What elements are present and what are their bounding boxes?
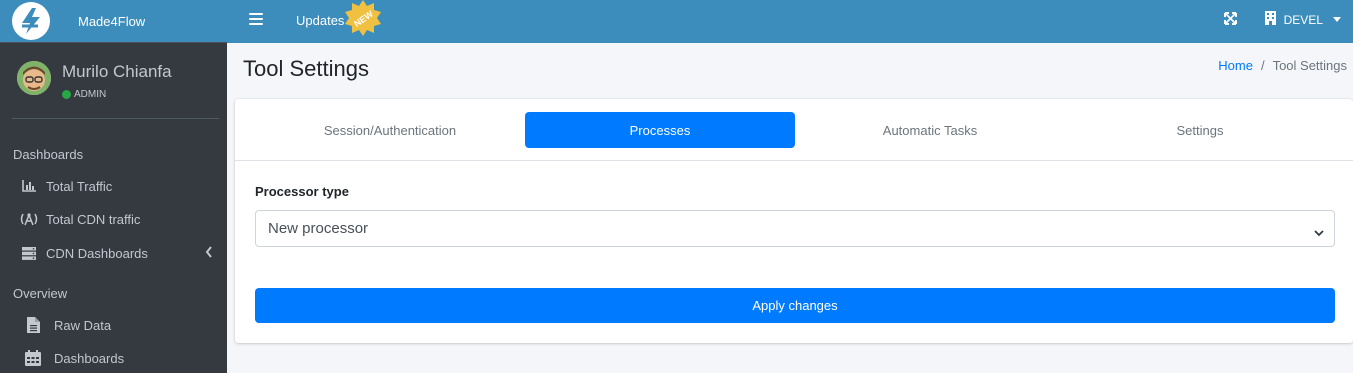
tab-automatic-tasks[interactable]: Automatic Tasks <box>795 112 1065 148</box>
chevron-left-icon <box>205 246 213 261</box>
tab-settings[interactable]: Settings <box>1065 112 1335 148</box>
sidebar: Made4Flow Murilo Chianfa ADMIN Dashboard… <box>0 0 227 373</box>
nav-header-overview: Overview <box>13 286 68 301</box>
sidebar-item-label: Total Traffic <box>46 178 113 194</box>
settings-card: Session/Authentication Processes Automat… <box>235 99 1353 343</box>
breadcrumb-home-link[interactable]: Home <box>1218 58 1253 73</box>
updates-link[interactable]: Updates <box>296 13 344 28</box>
processor-type-select[interactable]: New processor <box>255 210 1335 247</box>
user-panel: Murilo Chianfa ADMIN <box>0 43 227 119</box>
online-status-icon <box>62 90 71 99</box>
broadcast-tower-icon <box>20 212 38 226</box>
sidebar-item-total-cdn-traffic[interactable]: Total CDN traffic <box>20 205 219 233</box>
processor-type-value: New processor <box>268 220 369 237</box>
breadcrumb: Home / Tool Settings <box>1218 58 1347 73</box>
apply-changes-button[interactable]: Apply changes <box>255 288 1335 323</box>
user-role: ADMIN <box>62 89 106 100</box>
tab-processes[interactable]: Processes <box>525 112 795 148</box>
tab-session-authentication[interactable]: Session/Authentication <box>255 112 525 148</box>
tab-bar: Session/Authentication Processes Automat… <box>235 99 1353 161</box>
breadcrumb-separator: / <box>1260 58 1265 73</box>
nav-header-dashboards: Dashboards <box>13 147 84 162</box>
building-icon <box>1264 11 1276 28</box>
sidebar-item-dashboards[interactable]: Dashboards <box>24 344 219 372</box>
sidebar-item-label: Total CDN traffic <box>46 211 141 227</box>
brand-link[interactable]: Made4Flow <box>0 0 227 43</box>
fullscreen-icon[interactable] <box>1223 11 1237 28</box>
caret-down-icon[interactable] <box>1333 17 1341 22</box>
breadcrumb-current: Tool Settings <box>1272 58 1347 73</box>
sidebar-item-cdn-dashboards[interactable]: CDN Dashboards <box>20 239 219 267</box>
sidebar-item-label: CDN Dashboards <box>46 245 148 261</box>
environment-dropdown[interactable]: DEVEL <box>1284 13 1323 27</box>
sidebar-item-total-traffic[interactable]: Total Traffic <box>20 172 219 200</box>
menu-toggle-icon[interactable] <box>249 13 263 27</box>
topbar-right: DEVEL <box>1223 11 1341 28</box>
new-badge-icon: NEW <box>345 0 381 36</box>
server-icon <box>20 246 38 260</box>
calendar-icon <box>24 350 42 366</box>
user-name[interactable]: Murilo Chianfa <box>62 62 172 82</box>
divider <box>12 118 219 119</box>
user-avatar[interactable] <box>17 61 51 95</box>
made4flow-logo-icon <box>12 2 50 40</box>
file-icon <box>24 317 42 333</box>
sidebar-item-label: Raw Data <box>54 317 112 333</box>
chevron-down-icon <box>1314 224 1324 241</box>
brand-name: Made4Flow <box>78 13 146 29</box>
user-role-label: ADMIN <box>74 89 107 100</box>
sidebar-item-raw-data[interactable]: Raw Data <box>24 311 219 339</box>
page-title: Tool Settings <box>243 56 369 81</box>
top-navbar: Updates NEW DEVEL <box>227 0 1353 43</box>
sidebar-item-label: Dashboards <box>54 350 125 366</box>
processor-type-label: Processor type <box>255 184 349 199</box>
bar-chart-icon <box>20 179 38 193</box>
